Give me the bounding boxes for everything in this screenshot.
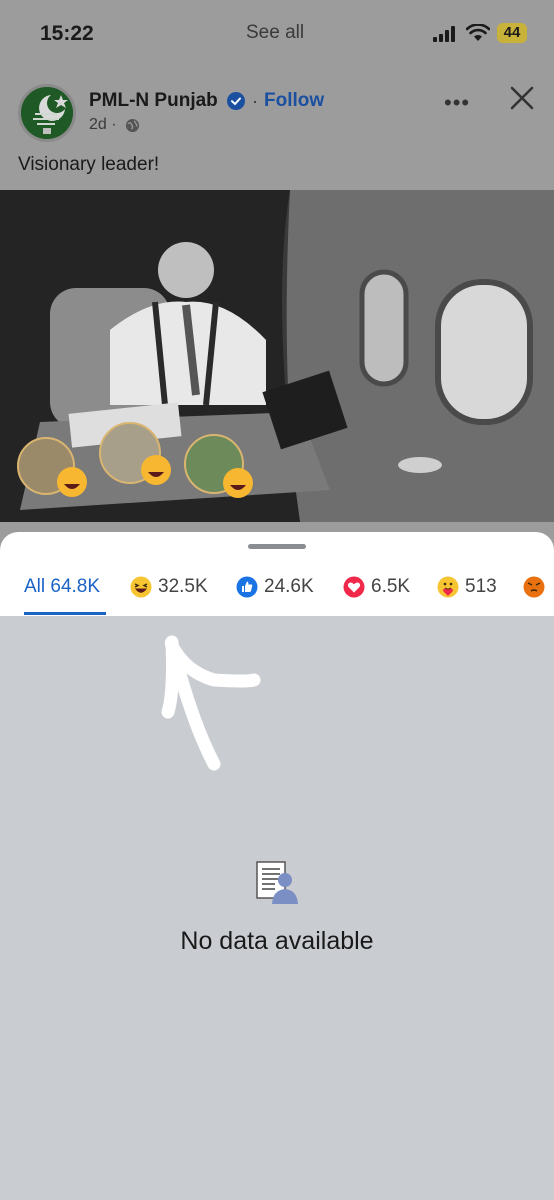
wifi-icon xyxy=(466,24,490,41)
love-icon xyxy=(343,576,365,598)
verified-badge-icon xyxy=(227,92,245,110)
hand-drawn-arrow-annotation xyxy=(161,635,261,771)
see-all-link[interactable]: See all xyxy=(246,22,304,44)
tab-label: 32.5K xyxy=(158,576,208,597)
tab-label: 513 xyxy=(465,576,497,597)
tab-care[interactable]: 513 xyxy=(437,572,497,602)
post-background: 15:22 See all 44 PML-N Punjab · Follow 2… xyxy=(0,0,554,560)
status-bar: 15:22 See all 44 xyxy=(0,0,554,62)
close-icon[interactable] xyxy=(508,84,536,112)
no-data-document-icon xyxy=(256,861,298,904)
care-icon xyxy=(437,576,459,598)
tab-label: 24.6K xyxy=(264,576,314,597)
page-avatar[interactable] xyxy=(18,84,76,142)
selected-tab-indicator xyxy=(24,612,106,615)
more-options-button[interactable]: ••• xyxy=(444,90,470,116)
cellular-signal-icon xyxy=(433,26,455,42)
tab-angry[interactable] xyxy=(523,572,551,602)
globe-icon xyxy=(125,118,140,133)
battery-indicator: 44 xyxy=(497,23,527,43)
haha-icon xyxy=(130,576,152,598)
sheet-drag-handle[interactable] xyxy=(248,544,306,549)
reactions-sheet: All 64.8K 32.5K 24.6K 6.5K 513 No data a… xyxy=(0,532,554,1200)
page-name[interactable]: PML-N Punjab xyxy=(89,90,218,112)
tab-all-reactions[interactable]: All 64.8K xyxy=(24,572,100,602)
empty-state-message: No data available xyxy=(180,927,374,955)
reaction-tabs: All 64.8K 32.5K 24.6K 6.5K 513 xyxy=(0,532,554,616)
tab-label: All 64.8K xyxy=(24,576,101,597)
pmln-logo-icon xyxy=(21,87,73,139)
like-icon xyxy=(236,576,258,598)
post-time: 2d · xyxy=(89,116,117,133)
post-header: PML-N Punjab · Follow 2d · ••• Visionary… xyxy=(0,62,554,192)
tab-haha[interactable]: 32.5K xyxy=(130,572,208,602)
post-photo[interactable] xyxy=(0,190,554,522)
airplane-cabin-photo xyxy=(0,190,554,522)
angry-icon xyxy=(523,576,545,598)
status-time: 15:22 xyxy=(40,22,94,45)
tab-love[interactable]: 6.5K xyxy=(343,572,410,602)
follow-button[interactable]: Follow xyxy=(264,90,324,112)
post-caption: Visionary leader! xyxy=(18,154,160,175)
tab-label: 6.5K xyxy=(371,576,411,597)
separator-dot: · xyxy=(252,91,258,111)
tab-like[interactable]: 24.6K xyxy=(236,572,314,602)
